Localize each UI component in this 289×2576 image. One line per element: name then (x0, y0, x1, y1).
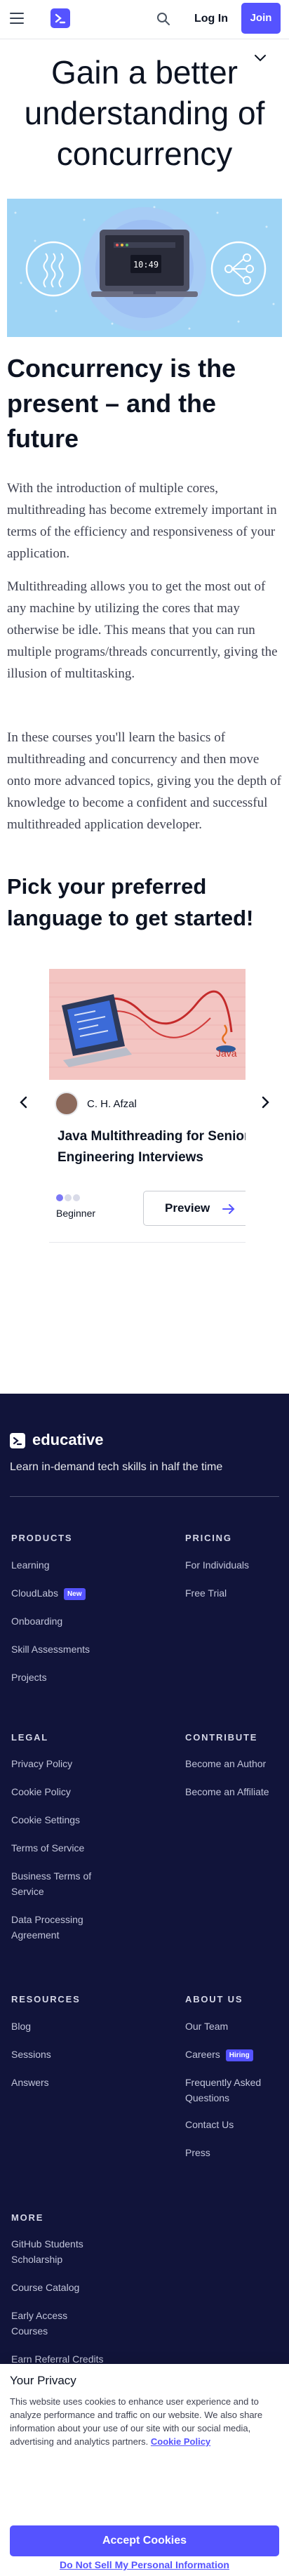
arrow-right-icon (222, 1204, 235, 1214)
intro-paragraph-3: In these courses you'll learn the basics… (7, 730, 281, 832)
hiring-badge: Hiring (225, 2049, 253, 2061)
footer-heading-legal: LEGAL (11, 1732, 49, 1743)
cookie-policy-link[interactable]: Cookie Policy (151, 2436, 210, 2447)
difficulty-level-indicator (56, 1192, 98, 1201)
footer-link-for-individuals[interactable]: For Individuals (185, 1557, 249, 1573)
footer-link-data-processing[interactable]: Data Processing Agreement (11, 1912, 102, 1943)
carousel-next-icon[interactable] (258, 1095, 272, 1109)
footer-link-privacy-policy[interactable]: Privacy Policy (11, 1756, 72, 1771)
cookie-banner: Your Privacy This website uses cookies t… (0, 2364, 289, 2576)
join-button[interactable]: Join (241, 3, 281, 34)
section-title: Concurrency is the present – and the fut… (7, 354, 236, 453)
footer-brand: educative (32, 1431, 104, 1448)
course-title[interactable]: Java Multithreading for Senior Engineeri… (58, 1126, 246, 1168)
footer-link-become-author[interactable]: Become an Author (185, 1756, 266, 1771)
course-thumbnail-art: Java (49, 969, 246, 1080)
footer-logo-glyph-icon (13, 1436, 22, 1446)
menu-icon[interactable] (10, 13, 24, 24)
laptop-screen-clock: 10:49 (133, 260, 159, 270)
footer-heading-contribute: CONTRIBUTE (185, 1732, 258, 1743)
footer-link-early-access[interactable]: Early Access Courses (11, 2308, 88, 2339)
hero-title: Gain a better understanding of concurren… (24, 54, 265, 172)
footer-link-our-team[interactable]: Our Team (185, 2019, 228, 2034)
chevron-down-icon[interactable] (253, 51, 268, 66)
educative-logo[interactable] (51, 8, 70, 28)
level-dot (56, 1194, 63, 1201)
preview-label: Preview (165, 1201, 210, 1215)
footer-link-cloudlabs-label: CloudLabs (11, 1587, 58, 1599)
author-name: C. H. Afzal (87, 1098, 137, 1110)
logo-glyph-icon (55, 13, 66, 24)
footer-link-contact-us[interactable]: Contact Us (185, 2117, 234, 2132)
do-not-sell-link[interactable]: Do Not Sell My Personal Information (0, 2559, 289, 2570)
footer-link-faq[interactable]: Frequently Asked Questions (185, 2075, 276, 2106)
footer-link-blog[interactable]: Blog (11, 2019, 31, 2034)
footer-link-careers-label: Careers (185, 2049, 220, 2060)
level-dot (65, 1194, 72, 1201)
login-button[interactable]: Log In (187, 6, 236, 32)
footer-link-business-terms[interactable]: Business Terms of Service (11, 1868, 109, 1899)
footer-link-learning[interactable]: Learning (11, 1557, 50, 1573)
footer-link-skill-assessments[interactable]: Skill Assessments (11, 1642, 90, 1657)
top-nav: Log In Join (0, 0, 289, 39)
preview-button[interactable]: Preview (143, 1191, 246, 1226)
avatar (55, 1092, 79, 1116)
java-wordmark: Java (216, 1048, 237, 1059)
hero-illustration: 10:49 (7, 199, 282, 337)
footer-tagline: Learn in-demand tech skills in half the … (10, 1461, 223, 1473)
pick-language-title: Pick your preferred language to get star… (7, 874, 254, 930)
footer-link-course-catalog[interactable]: Course Catalog (11, 2280, 79, 2295)
intro-paragraph-1: With the introduction of multiple cores,… (7, 481, 277, 561)
footer-heading-pricing: PRICING (185, 1533, 232, 1543)
footer-heading-products: PRODUCTS (11, 1533, 73, 1543)
footer-link-free-trial[interactable]: Free Trial (185, 1585, 227, 1601)
concurrency-illustration: 10:49 (14, 206, 275, 331)
footer-link-cookie-settings[interactable]: Cookie Settings (11, 1812, 80, 1828)
footer-link-onboarding[interactable]: Onboarding (11, 1613, 62, 1629)
intro-paragraph-2: Multithreading allows you to get the mos… (7, 579, 278, 681)
search-icon[interactable] (156, 11, 171, 27)
footer-link-careers[interactable]: Careers Hiring (185, 2047, 253, 2062)
footer-divider (10, 1496, 279, 1497)
footer-link-terms-of-service[interactable]: Terms of Service (11, 1840, 84, 1856)
course-card[interactable]: Java C. H. Afzal Java Multithreading for… (49, 969, 246, 1243)
footer-heading-more: MORE (11, 2212, 44, 2223)
accept-cookies-button[interactable]: Accept Cookies (10, 2525, 279, 2556)
footer-link-become-affiliate[interactable]: Become an Affiliate (185, 1784, 269, 1799)
difficulty-level-label: Beginner (56, 1208, 96, 1219)
footer-link-projects[interactable]: Projects (11, 1670, 47, 1685)
footer-link-press[interactable]: Press (185, 2145, 210, 2160)
footer-link-sessions[interactable]: Sessions (11, 2047, 51, 2062)
new-badge: New (63, 1587, 86, 1600)
footer-heading-resources: RESOURCES (11, 1994, 81, 2004)
footer-link-github-scholarship[interactable]: GitHub Students Scholarship (11, 2236, 102, 2267)
level-dot (73, 1194, 80, 1201)
footer-logo[interactable] (10, 1433, 25, 1448)
footer-heading-about-us: ABOUT US (185, 1994, 243, 2004)
cookie-banner-text: This website uses cookies to enhance use… (10, 2395, 283, 2448)
carousel-prev-icon[interactable] (17, 1095, 31, 1109)
author-row: C. H. Afzal (55, 1092, 244, 1117)
footer-link-cloudlabs[interactable]: CloudLabs New (11, 1585, 86, 1601)
footer-link-cookie-policy[interactable]: Cookie Policy (11, 1784, 71, 1799)
footer-link-answers[interactable]: Answers (11, 2075, 49, 2090)
course-thumbnail: Java (49, 969, 246, 1080)
cookie-banner-title: Your Privacy (10, 2374, 76, 2387)
cookie-banner-body: This website uses cookies to enhance use… (10, 2396, 263, 2447)
